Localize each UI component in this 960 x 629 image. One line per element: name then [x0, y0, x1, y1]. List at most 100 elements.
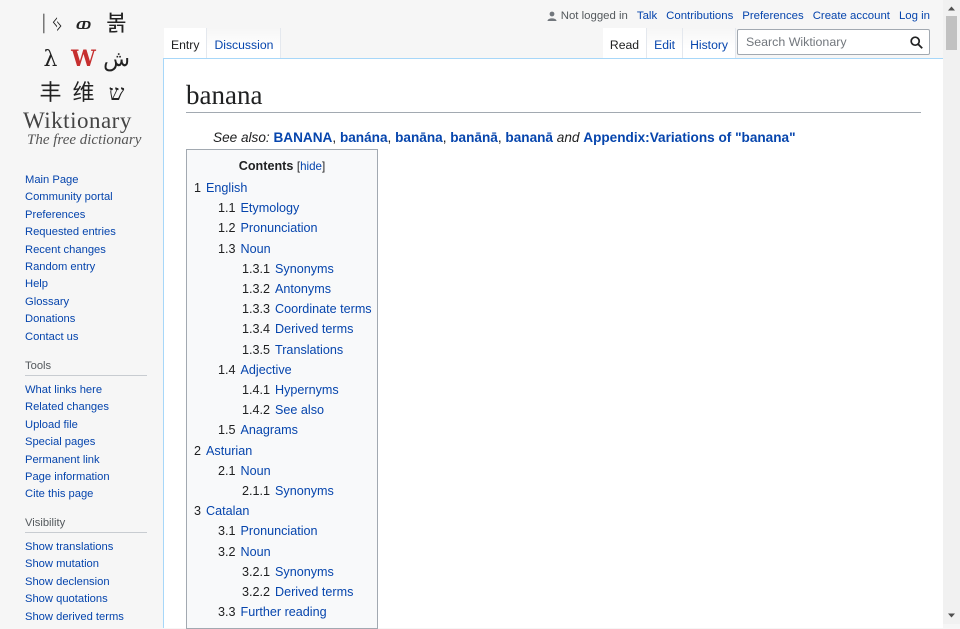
visibility-show-translations[interactable]: Show translations — [25, 541, 113, 553]
toc-entry[interactable]: 3.3 Further reading — [218, 604, 327, 620]
toc-link[interactable]: 1.3.2 Antonyms — [242, 282, 331, 296]
toc-entry[interactable]: 1.3.4 Derived terms — [242, 321, 353, 337]
toc-link[interactable]: 3.2.1 Synonyms — [242, 565, 334, 579]
toc-link[interactable]: 3.3 Further reading — [218, 605, 327, 619]
talk-link[interactable]: Talk — [637, 10, 657, 22]
toc-link[interactable]: 3.2.2 Derived terms — [242, 585, 353, 599]
see-also-link[interactable]: BANANA — [273, 130, 332, 145]
toc-entry[interactable]: 1.5 Anagrams — [218, 422, 298, 438]
tools-permanent-link[interactable]: Permanent link — [25, 454, 100, 466]
nav-recent-changes[interactable]: Recent changes — [25, 244, 106, 256]
toc-entry[interactable]: 3.2.1 Synonyms — [242, 564, 334, 580]
visibility-show-mutation[interactable]: Show mutation — [25, 558, 99, 570]
nav-donations[interactable]: Donations — [25, 313, 75, 325]
vertical-scrollbar[interactable] — [943, 0, 960, 624]
nav-main-page[interactable]: Main Page — [25, 174, 79, 186]
tools-what-links-here[interactable]: What links here — [25, 384, 102, 396]
visibility-show-quotations[interactable]: Show quotations — [25, 593, 108, 605]
see-also-appendix-link[interactable]: Appendix:Variations of "banana" — [583, 130, 795, 145]
toc-entry[interactable]: 1.4.1 Hypernyms — [242, 382, 339, 398]
toc-hide-link[interactable]: hide — [300, 160, 322, 173]
tools-related-changes[interactable]: Related changes — [25, 401, 109, 413]
toc-entry[interactable]: 1.3.3 Coordinate terms — [242, 301, 372, 317]
nav-contact-us[interactable]: Contact us — [25, 331, 78, 343]
toc-entry[interactable]: 3 Catalan — [194, 503, 249, 519]
toc-entry[interactable]: 1.3 Noun — [218, 241, 271, 257]
toc-entry[interactable]: 1.1 Etymology — [218, 200, 299, 216]
scroll-down-arrow-icon[interactable] — [947, 611, 956, 620]
preferences-link[interactable]: Preferences — [742, 10, 803, 22]
toc-entry[interactable]: 1.3.5 Translations — [242, 342, 343, 358]
scroll-up-arrow-icon[interactable] — [947, 4, 956, 13]
search-icon[interactable] — [910, 36, 923, 49]
toc-label: Noun — [240, 241, 271, 256]
logo-glyph: ش — [103, 47, 130, 72]
toc-entry[interactable]: 2.1 Noun — [218, 463, 271, 479]
toc-entry[interactable]: 1 English — [194, 180, 247, 196]
toc-entry[interactable]: 3.2 Noun — [218, 544, 271, 560]
toc-entry[interactable]: 1.3.1 Synonyms — [242, 261, 334, 277]
toc-number: 1.3 — [218, 241, 236, 256]
nav-community-portal[interactable]: Community portal — [25, 191, 113, 203]
visibility-show-declension[interactable]: Show declension — [25, 576, 110, 588]
toc-link[interactable]: 3.1 Pronunciation — [218, 524, 318, 538]
toc-entry[interactable]: 3.1 Pronunciation — [218, 523, 318, 539]
toc-entry[interactable]: 1.4.2 See also — [242, 402, 324, 418]
toc-hide-toggle[interactable]: [hide] — [297, 160, 325, 173]
nav-preferences[interactable]: Preferences — [25, 209, 85, 221]
nav-requested-entries[interactable]: Requested entries — [25, 226, 116, 238]
tools-page-information[interactable]: Page information — [25, 471, 110, 483]
toc-title: Contents — [238, 159, 294, 173]
create-account-link[interactable]: Create account — [813, 10, 890, 22]
toc-link[interactable]: 1.5 Anagrams — [218, 423, 298, 437]
toc-entry[interactable]: 3.2.2 Derived terms — [242, 584, 353, 600]
toc-number: 2 — [194, 443, 202, 458]
see-also-link[interactable]: banāna — [395, 130, 443, 145]
page-title: banana — [186, 78, 921, 113]
toc-link[interactable]: 1 English — [194, 181, 247, 195]
tab-history[interactable]: History — [683, 28, 736, 58]
toc-link[interactable]: 2 Asturian — [194, 444, 252, 458]
tab-entry[interactable]: Entry — [164, 28, 208, 58]
scroll-thumb[interactable] — [946, 16, 957, 50]
tab-discussion[interactable]: Discussion — [207, 28, 282, 58]
toc-link[interactable]: 1.3.1 Synonyms — [242, 262, 334, 276]
tools-upload-file[interactable]: Upload file — [25, 419, 78, 431]
tab-edit[interactable]: Edit — [647, 28, 684, 58]
contributions-link[interactable]: Contributions — [666, 10, 733, 22]
toc-link[interactable]: 1.2 Pronunciation — [218, 221, 318, 235]
toc-entry[interactable]: 2.1.1 Synonyms — [242, 483, 334, 499]
toc-entry[interactable]: 2 Asturian — [194, 443, 252, 459]
toc-link[interactable]: 2.1 Noun — [218, 464, 271, 478]
search-input[interactable] — [744, 34, 908, 50]
tools-cite-this-page[interactable]: Cite this page — [25, 488, 93, 500]
see-also-link[interactable]: banána — [340, 130, 388, 145]
toc-link[interactable]: 1.3.4 Derived terms — [242, 322, 353, 336]
toc-link[interactable]: 1.4.1 Hypernyms — [242, 383, 339, 397]
nav-glossary[interactable]: Glossary — [25, 296, 69, 308]
toc-link[interactable]: 3 Catalan — [194, 504, 249, 518]
namespace-tabs: Entry Discussion — [164, 28, 282, 58]
see-also-link[interactable]: banānā — [450, 130, 498, 145]
visibility-show-derived-terms[interactable]: Show derived terms — [25, 611, 124, 623]
toc-link[interactable]: 1.3.5 Translations — [242, 343, 343, 357]
tab-read[interactable]: Read — [602, 28, 648, 58]
toc-link[interactable]: 1.1 Etymology — [218, 201, 299, 215]
toc-entry[interactable]: 1.2 Pronunciation — [218, 220, 318, 236]
toc-link[interactable]: 1.4 Adjective — [218, 363, 292, 377]
toc-label: English — [206, 181, 248, 195]
nav-help[interactable]: Help — [25, 278, 48, 290]
log-in-link[interactable]: Log in — [899, 10, 930, 22]
toc-link[interactable]: 1.3.3 Coordinate terms — [242, 302, 372, 316]
toc-number: 1.2 — [218, 221, 236, 236]
tools-special-pages[interactable]: Special pages — [25, 436, 95, 448]
toc-link[interactable]: 2.1.1 Synonyms — [242, 484, 334, 498]
toc-entry[interactable]: 1.4 Adjective — [218, 362, 292, 378]
toc-link[interactable]: 1.4.2 See also — [242, 403, 324, 417]
see-also-link[interactable]: bananā — [505, 130, 553, 145]
nav-random-entry[interactable]: Random entry — [25, 261, 95, 273]
toc-link[interactable]: 1.3 Noun — [218, 242, 271, 256]
wiktionary-logo[interactable]: ᛁᛃ ወ 볽 λWش 丰维ש Wiktionary The free diction… — [20, 4, 144, 152]
toc-link[interactable]: 3.2 Noun — [218, 545, 271, 559]
toc-entry[interactable]: 1.3.2 Antonyms — [242, 281, 331, 297]
